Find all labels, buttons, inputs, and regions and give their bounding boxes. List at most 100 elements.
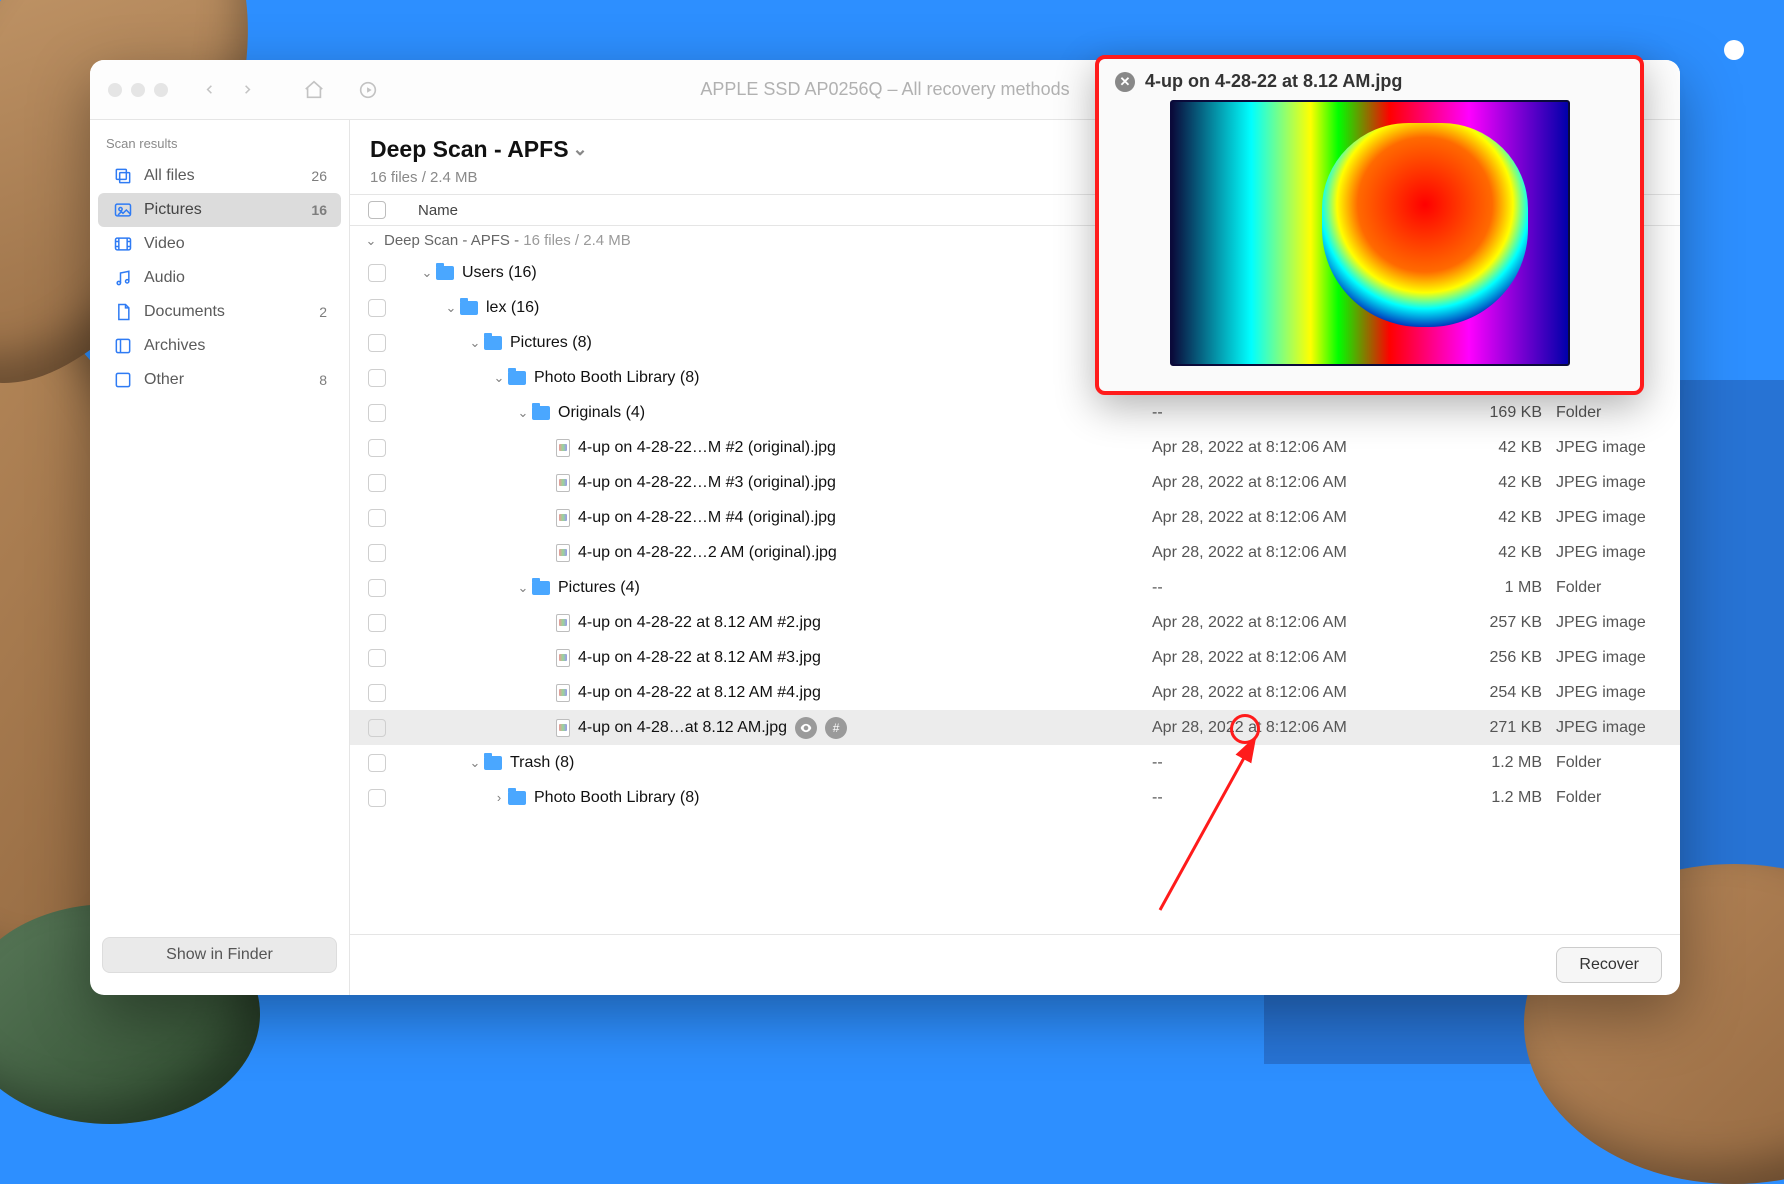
row-checkbox[interactable] bbox=[368, 649, 386, 667]
sidebar-item-label: Archives bbox=[144, 337, 205, 355]
disclosure-toggle[interactable]: ⌄ bbox=[468, 755, 482, 771]
preview-button[interactable] bbox=[795, 717, 817, 739]
row-checkbox[interactable] bbox=[368, 509, 386, 527]
row-date: Apr 28, 2022 at 8:12:06 AM bbox=[1152, 439, 1452, 457]
file-row[interactable]: 4-up on 4-28-22 at 8.12 AM #2.jpgApr 28,… bbox=[350, 605, 1680, 640]
close-window-icon[interactable] bbox=[108, 83, 122, 97]
folder-row[interactable]: ⌄Pictures (4)--1 MBFolder bbox=[350, 570, 1680, 605]
row-checkbox[interactable] bbox=[368, 754, 386, 772]
row-size: 271 KB bbox=[1452, 719, 1542, 737]
home-button[interactable] bbox=[298, 74, 330, 106]
sidebar-item-pictures[interactable]: Pictures16 bbox=[98, 193, 341, 227]
row-checkbox[interactable] bbox=[368, 404, 386, 422]
file-row[interactable]: 4-up on 4-28-22 at 8.12 AM #3.jpgApr 28,… bbox=[350, 640, 1680, 675]
folder-icon bbox=[508, 371, 526, 385]
chevron-down-icon[interactable]: ⌄ bbox=[364, 233, 378, 249]
file-row[interactable]: 4-up on 4-28-22 at 8.12 AM #4.jpgApr 28,… bbox=[350, 675, 1680, 710]
row-kind: JPEG image bbox=[1542, 719, 1662, 737]
file-row[interactable]: 4-up on 4-28…at 8.12 AM.jpg#Apr 28, 2022… bbox=[350, 710, 1680, 745]
row-size: 1.2 MB bbox=[1452, 754, 1542, 772]
image-file-icon bbox=[556, 614, 570, 632]
back-button[interactable] bbox=[194, 75, 224, 105]
row-name: 4-up on 4-28…at 8.12 AM.jpg bbox=[578, 719, 787, 737]
row-date: Apr 28, 2022 at 8:12:06 AM bbox=[1152, 544, 1452, 562]
row-size: 42 KB bbox=[1452, 509, 1542, 527]
select-all-checkbox[interactable] bbox=[368, 201, 386, 219]
row-size: 1 MB bbox=[1452, 579, 1542, 597]
folder-icon bbox=[532, 581, 550, 595]
row-checkbox[interactable] bbox=[368, 369, 386, 387]
row-kind: JPEG image bbox=[1542, 544, 1662, 562]
disclosure-toggle[interactable]: ⌄ bbox=[516, 405, 530, 421]
row-kind: JPEG image bbox=[1542, 474, 1662, 492]
folder-icon bbox=[508, 791, 526, 805]
row-date: -- bbox=[1152, 404, 1452, 422]
disclosure-toggle[interactable]: › bbox=[492, 790, 506, 805]
row-checkbox[interactable] bbox=[368, 789, 386, 807]
preview-title: 4-up on 4-28-22 at 8.12 AM.jpg bbox=[1145, 71, 1402, 92]
preview-image bbox=[1170, 100, 1570, 366]
folder-row[interactable]: ›Photo Booth Library (8)--1.2 MBFolder bbox=[350, 780, 1680, 815]
window-controls bbox=[108, 83, 168, 97]
row-checkbox[interactable] bbox=[368, 544, 386, 562]
row-checkbox[interactable] bbox=[368, 439, 386, 457]
disclosure-toggle[interactable]: ⌄ bbox=[444, 300, 458, 316]
row-checkbox[interactable] bbox=[368, 474, 386, 492]
disclosure-toggle[interactable]: ⌄ bbox=[492, 370, 506, 386]
minimize-window-icon[interactable] bbox=[131, 83, 145, 97]
row-checkbox[interactable] bbox=[368, 684, 386, 702]
sidebar-item-all-files[interactable]: All files26 bbox=[98, 159, 341, 193]
sidebar-item-label: Other bbox=[144, 371, 184, 389]
sidebar-item-video[interactable]: Video bbox=[98, 227, 341, 261]
preview-popover: ✕ 4-up on 4-28-22 at 8.12 AM.jpg bbox=[1095, 55, 1644, 395]
row-date: Apr 28, 2022 at 8:12:06 AM bbox=[1152, 684, 1452, 702]
sidebar-item-other[interactable]: Other8 bbox=[98, 363, 341, 397]
files-icon bbox=[112, 165, 134, 187]
file-row[interactable]: 4-up on 4-28-22…M #2 (original).jpg Apr 2… bbox=[350, 430, 1680, 465]
archives-icon bbox=[112, 335, 134, 357]
file-row[interactable]: 4-up on 4-28-22…M #4 (original).jpgApr 2… bbox=[350, 500, 1680, 535]
row-checkbox[interactable] bbox=[368, 614, 386, 632]
rescan-button[interactable] bbox=[352, 74, 384, 106]
sidebar-item-archives[interactable]: Archives bbox=[98, 329, 341, 363]
sidebar-item-audio[interactable]: Audio bbox=[98, 261, 341, 295]
forward-button[interactable] bbox=[232, 75, 262, 105]
folder-row[interactable]: ⌄Originals (4)--169 KBFolder bbox=[350, 395, 1680, 430]
file-row[interactable]: 4-up on 4-28-22…M #3 (original).jpgApr 2… bbox=[350, 465, 1680, 500]
file-row[interactable]: 4-up on 4-28-22…2 AM (original).jpgApr 2… bbox=[350, 535, 1680, 570]
row-name: 4-up on 4-28-22 at 8.12 AM #3.jpg bbox=[578, 649, 821, 667]
image-file-icon bbox=[556, 719, 570, 737]
close-preview-button[interactable]: ✕ bbox=[1115, 72, 1135, 92]
hex-view-button[interactable]: # bbox=[825, 717, 847, 739]
row-checkbox[interactable] bbox=[368, 264, 386, 282]
chevron-down-icon: ⌄ bbox=[573, 139, 588, 160]
row-checkbox[interactable] bbox=[368, 334, 386, 352]
show-in-finder-button[interactable]: Show in Finder bbox=[102, 937, 337, 973]
row-size: 254 KB bbox=[1452, 684, 1542, 702]
row-kind: Folder bbox=[1542, 404, 1662, 422]
disclosure-toggle[interactable]: ⌄ bbox=[420, 265, 434, 281]
disclosure-toggle[interactable]: ⌄ bbox=[516, 580, 530, 596]
row-kind: Folder bbox=[1542, 789, 1662, 807]
sidebar-item-documents[interactable]: Documents2 bbox=[98, 295, 341, 329]
sidebar-item-label: Documents bbox=[144, 303, 225, 321]
row-checkbox[interactable] bbox=[368, 579, 386, 597]
pictures-icon bbox=[112, 199, 134, 221]
folder-row[interactable]: ⌄Trash (8)--1.2 MBFolder bbox=[350, 745, 1680, 780]
row-name: Pictures (4) bbox=[558, 579, 640, 597]
row-checkbox[interactable] bbox=[368, 299, 386, 317]
row-kind: JPEG image bbox=[1542, 649, 1662, 667]
row-name: 4-up on 4-28-22…M #2 (original).jpg bbox=[578, 439, 836, 457]
column-name-header[interactable]: Name bbox=[418, 202, 458, 219]
sidebar-heading: Scan results bbox=[90, 132, 349, 159]
sidebar-item-label: Pictures bbox=[144, 201, 202, 219]
audio-icon bbox=[112, 267, 134, 289]
image-file-icon bbox=[556, 684, 570, 702]
image-file-icon bbox=[556, 509, 570, 527]
recover-button[interactable]: Recover bbox=[1556, 947, 1662, 983]
folder-icon bbox=[484, 336, 502, 350]
disclosure-toggle[interactable]: ⌄ bbox=[468, 335, 482, 351]
row-checkbox[interactable] bbox=[368, 719, 386, 737]
section-title-label: Deep Scan - APFS bbox=[370, 136, 569, 163]
zoom-window-icon[interactable] bbox=[154, 83, 168, 97]
